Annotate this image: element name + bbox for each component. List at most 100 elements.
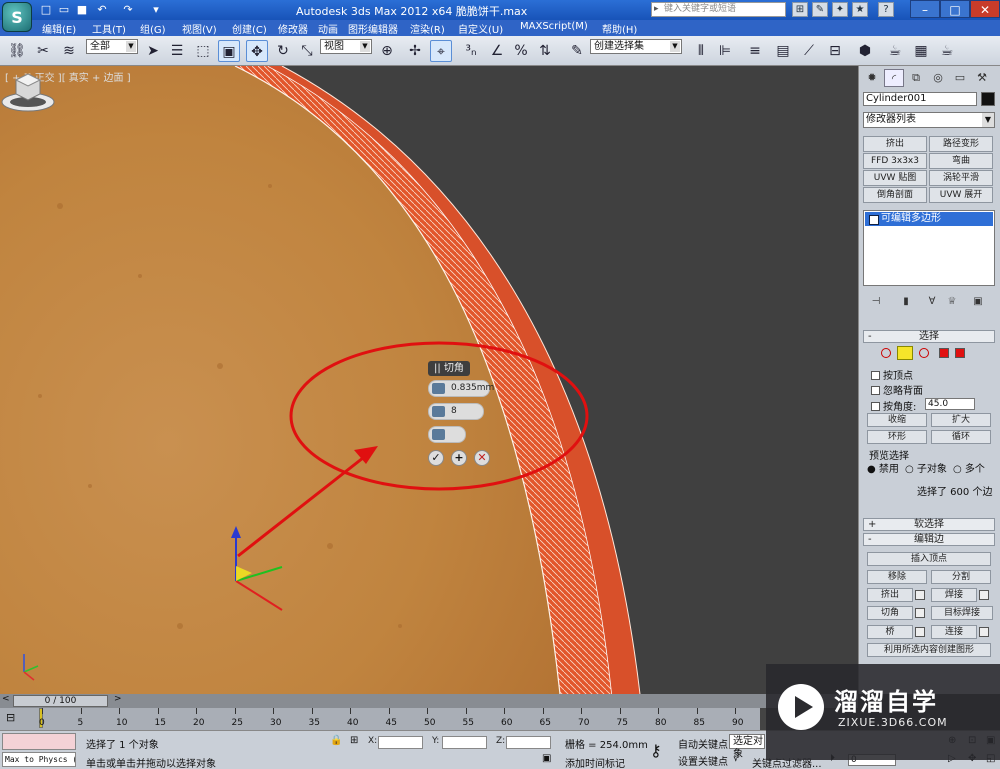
menu-rendering[interactable]: 渲染(R) (410, 21, 445, 36)
angle-value-field[interactable]: 45.0 (925, 398, 975, 410)
communication-center-icon[interactable]: ✎ (812, 2, 828, 17)
extrude-button[interactable]: 挤出 (867, 588, 913, 602)
menu-help[interactable]: 帮助(H) (602, 21, 637, 36)
menu-views[interactable]: 视图(V) (182, 21, 217, 36)
insert-vertex-button[interactable]: 插入顶点 (867, 552, 991, 566)
modify-tab-icon[interactable]: ◜ (884, 69, 904, 87)
select-and-move-icon[interactable]: ✥ (246, 40, 268, 62)
quick-access-dropdown-icon[interactable]: ▾ (148, 2, 164, 17)
key-filter-icon[interactable]: √ (733, 753, 739, 764)
menu-graph-editors[interactable]: 图形编辑器 (348, 21, 398, 36)
by-vertex-checkbox[interactable] (871, 371, 880, 380)
menu-animation[interactable]: 动画 (318, 21, 338, 36)
chamfer-button[interactable]: 切角 (867, 606, 913, 620)
selection-rollout-header[interactable]: - 选择 (863, 330, 995, 343)
favorites-icon[interactable]: ✦ (832, 2, 848, 17)
modifier-turbosmooth-button[interactable]: 涡轮平滑 (929, 170, 993, 186)
help-icon[interactable]: ? (878, 2, 894, 17)
weld-settings-icon[interactable] (979, 590, 989, 600)
pin-stack-icon[interactable]: ⊣ (869, 295, 883, 309)
show-end-result-icon[interactable]: ▮ (899, 295, 913, 309)
create-tab-icon[interactable]: ✹ (862, 69, 882, 87)
target-weld-button[interactable]: 目标焊接 (931, 606, 993, 620)
cancel-icon[interactable]: ✕ (474, 450, 490, 466)
edit-edges-rollout-header[interactable]: - 编辑边 (863, 533, 995, 546)
ok-icon[interactable]: ✓ (428, 450, 444, 466)
modifier-stack[interactable]: 可编辑多边形 (863, 210, 995, 286)
time-slider[interactable]: < 0 / 100 > (0, 694, 858, 708)
unlink-icon[interactable]: ✂ (32, 40, 54, 62)
named-selection-dropdown[interactable]: 创建选择集 ▼ (590, 39, 682, 54)
snaps-toggle-icon[interactable]: ³ₙ (460, 40, 482, 62)
connect-button[interactable]: 连接 (931, 625, 977, 639)
edit-named-selection-icon[interactable]: ✎ (566, 40, 588, 62)
apply-and-continue-icon[interactable]: + (451, 450, 467, 466)
shrink-button[interactable]: 收缩 (867, 413, 927, 427)
window-crossing-icon[interactable]: ▣ (218, 40, 240, 62)
z-coord-field[interactable] (506, 736, 551, 749)
select-object-icon[interactable]: ➤ (142, 40, 164, 62)
remove-button[interactable]: 移除 (867, 570, 927, 584)
modifier-ffd-button[interactable]: FFD 3x3x3 (863, 153, 927, 169)
menu-create[interactable]: 创建(C) (232, 21, 267, 36)
polygon-mode-icon[interactable] (939, 348, 949, 358)
utilities-tab-icon[interactable]: ⚒ (972, 69, 992, 87)
viewcube-icon[interactable] (0, 66, 56, 114)
save-icon[interactable]: ■ (74, 2, 90, 17)
lock-selection-icon[interactable]: 🔒 (330, 735, 342, 746)
maxscript-listener-mini[interactable] (2, 733, 76, 750)
border-mode-icon[interactable] (919, 348, 929, 358)
by-angle-checkbox[interactable] (871, 402, 880, 411)
preview-disabled-option[interactable]: ● 禁用 (867, 460, 899, 475)
ring-button[interactable]: 环形 (867, 430, 927, 444)
y-coord-field[interactable] (442, 736, 487, 749)
grow-button[interactable]: 扩大 (931, 413, 991, 427)
auto-key-button[interactable]: 自动关键点 (678, 736, 728, 751)
menu-edit[interactable]: 编辑(E) (42, 21, 76, 36)
loop-button[interactable]: 循环 (931, 430, 991, 444)
preview-multi-option[interactable]: ○ 多个 (953, 460, 985, 475)
chamfer-settings-icon[interactable] (915, 608, 925, 618)
align-icon[interactable]: ⊫ (714, 40, 736, 62)
edge-mode-icon[interactable] (897, 346, 913, 360)
bridge-settings-icon[interactable] (915, 627, 925, 637)
time-slider-thumb[interactable]: 0 / 100 (13, 695, 108, 707)
weld-button[interactable]: 焊接 (931, 588, 977, 602)
display-tab-icon[interactable]: ▭ (950, 69, 970, 87)
select-and-scale-icon[interactable]: ⤡ (296, 40, 318, 62)
maxscript-listener-text[interactable]: Max to Physcs ( (2, 752, 76, 767)
absolute-mode-icon[interactable]: ⊞ (350, 735, 358, 746)
x-coord-field[interactable] (378, 736, 423, 749)
add-time-tag-button[interactable]: 添加时间标记 (565, 755, 625, 769)
preview-subobject-option[interactable]: ○ 子对象 (905, 460, 947, 475)
menu-group[interactable]: 组(G) (140, 21, 166, 36)
ignore-backfacing-checkbox[interactable] (871, 386, 880, 395)
menu-maxscript[interactable]: MAXScript(M) (520, 21, 588, 32)
reference-coordinate-dropdown[interactable]: 视图 ▼ (320, 39, 372, 54)
bind-space-warp-icon[interactable]: ≋ (58, 40, 80, 62)
time-tag-icon[interactable]: ▣ (542, 753, 551, 764)
motion-tab-icon[interactable]: ◎ (928, 69, 948, 87)
modifier-path-deform-button[interactable]: 路径变形 (929, 136, 993, 152)
render-production-icon[interactable]: ☕ (936, 40, 958, 62)
stack-item-editable-poly[interactable]: 可编辑多边形 (865, 212, 993, 226)
mirror-icon[interactable]: ⫴ (690, 40, 712, 62)
modifier-list-dropdown[interactable]: 修改器列表 ▼ (863, 112, 995, 128)
undo-icon[interactable]: ↶ (94, 2, 110, 17)
connect-settings-icon[interactable] (979, 627, 989, 637)
object-name-input[interactable]: Cylinder001 (863, 92, 977, 106)
keyboard-shortcut-override-icon[interactable]: ⌖ (430, 40, 452, 62)
split-button[interactable]: 分割 (931, 570, 991, 584)
material-editor-icon[interactable]: ⬢ (854, 40, 876, 62)
menu-customize[interactable]: 自定义(U) (458, 21, 503, 36)
chamfer-segments-field[interactable]: 8 (428, 403, 484, 420)
caddy-title[interactable]: || 切角 (428, 361, 470, 376)
select-and-rotate-icon[interactable]: ↻ (272, 40, 294, 62)
render-setup-icon[interactable]: ☕ (884, 40, 906, 62)
star-icon[interactable]: ★ (852, 2, 868, 17)
modifier-bevel-profile-button[interactable]: 倒角剖面 (863, 187, 927, 203)
soft-selection-rollout-header[interactable]: + 软选择 (863, 518, 995, 531)
ignore-backfacing-option[interactable]: 忽略背面 (871, 382, 923, 397)
make-unique-icon[interactable]: ∀ (925, 295, 939, 309)
create-shape-button[interactable]: 利用所选内容创建图形 (867, 643, 991, 657)
